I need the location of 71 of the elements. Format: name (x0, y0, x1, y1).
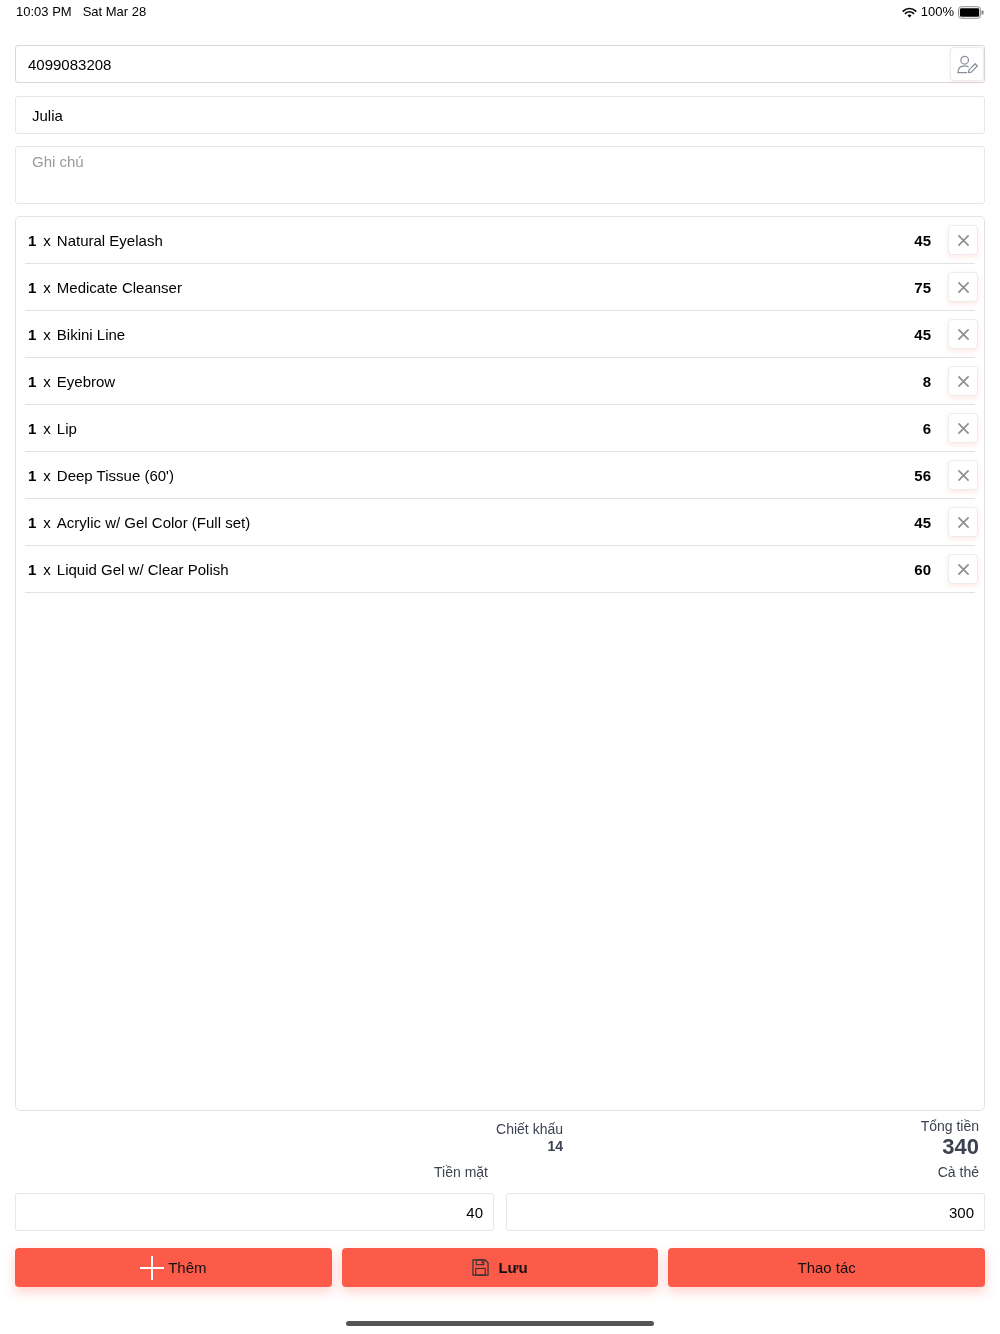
payment-label: Cà thẻ (937, 1163, 979, 1181)
remove-item-button[interactable] (948, 319, 978, 349)
item-quantity: 1 (28, 325, 37, 343)
remove-item-button[interactable] (948, 554, 978, 584)
multiply-sign: x (43, 513, 51, 531)
item-price: 8 (922, 372, 931, 390)
close-icon (957, 422, 969, 434)
name-field[interactable]: Julia (15, 96, 985, 134)
phone-field[interactable]: 4099083208 (15, 45, 985, 83)
total-value: 340 (942, 1135, 979, 1159)
add-button[interactable]: Thêm (15, 1248, 332, 1287)
close-icon (957, 328, 969, 340)
close-icon (957, 234, 969, 246)
save-icon (472, 1259, 490, 1276)
remove-item-button[interactable] (948, 225, 978, 255)
item-name: Medicate Cleanser (56, 278, 183, 296)
remove-item-button[interactable] (948, 366, 978, 396)
item-price: 75 (914, 278, 931, 296)
close-icon (957, 375, 969, 387)
note-field[interactable]: Ghi chú (15, 146, 985, 204)
multiply-sign: x (43, 372, 51, 390)
item-price: 6 (922, 419, 931, 437)
remove-item-button[interactable] (948, 507, 978, 537)
item-quantity: 1 (28, 278, 37, 296)
discount-label: Chiết khấu (496, 1120, 563, 1138)
remove-item-button[interactable] (948, 460, 978, 490)
multiply-sign: x (43, 466, 51, 484)
close-icon (957, 469, 969, 481)
item-price: 56 (914, 466, 931, 484)
discount-value: 14 (547, 1138, 563, 1154)
item-price: 45 (914, 231, 931, 249)
item-price: 45 (914, 325, 931, 343)
payment-amount-field[interactable]: 40 (15, 1193, 494, 1231)
multiply-sign: x (43, 278, 51, 296)
status-date: Sat Mar 28 (82, 4, 147, 20)
item-quantity: 1 (28, 466, 37, 484)
item-name: Eyebrow (56, 372, 117, 390)
item-quantity: 1 (28, 513, 37, 531)
item-price: 45 (914, 513, 931, 531)
multiply-sign: x (43, 419, 51, 437)
menu-button[interactable]: Thao tác (668, 1248, 985, 1287)
payment-amount-field[interactable]: 300 (506, 1193, 985, 1231)
multiply-sign: x (43, 560, 51, 578)
item-name: Acrylic w/ Gel Color (Full set) (56, 513, 252, 531)
total-label: Tổng tiền (920, 1117, 979, 1135)
item-name: Lip (56, 419, 78, 437)
item-quantity: 1 (28, 372, 37, 390)
close-icon (957, 516, 969, 528)
item-quantity: 1 (28, 560, 37, 578)
multiply-sign: x (43, 231, 51, 249)
item-name: Natural Eyelash (56, 231, 164, 249)
item-name: Deep Tissue (60') (56, 466, 175, 484)
multiply-sign: x (43, 325, 51, 343)
close-icon (957, 281, 969, 293)
plus-icon (140, 1255, 165, 1280)
close-icon (957, 563, 969, 575)
user-edit-icon (956, 54, 978, 74)
item-price: 60 (914, 560, 931, 578)
item-quantity: 1 (28, 231, 37, 249)
remove-item-button[interactable] (948, 272, 978, 302)
status-time: 10:03 PM (16, 4, 72, 20)
item-name: Liquid Gel w/ Clear Polish (56, 560, 230, 578)
item-quantity: 1 (28, 419, 37, 437)
item-name: Bikini Line (56, 325, 127, 343)
battery-icon (958, 5, 984, 19)
remove-item-button[interactable] (948, 413, 978, 443)
edit-customer-button[interactable] (950, 47, 984, 81)
wifi-icon (901, 6, 917, 18)
battery-percent: 100% (920, 4, 954, 20)
payment-label: Tiền mặt (434, 1163, 488, 1181)
save-button[interactable]: Lưu (341, 1248, 659, 1287)
